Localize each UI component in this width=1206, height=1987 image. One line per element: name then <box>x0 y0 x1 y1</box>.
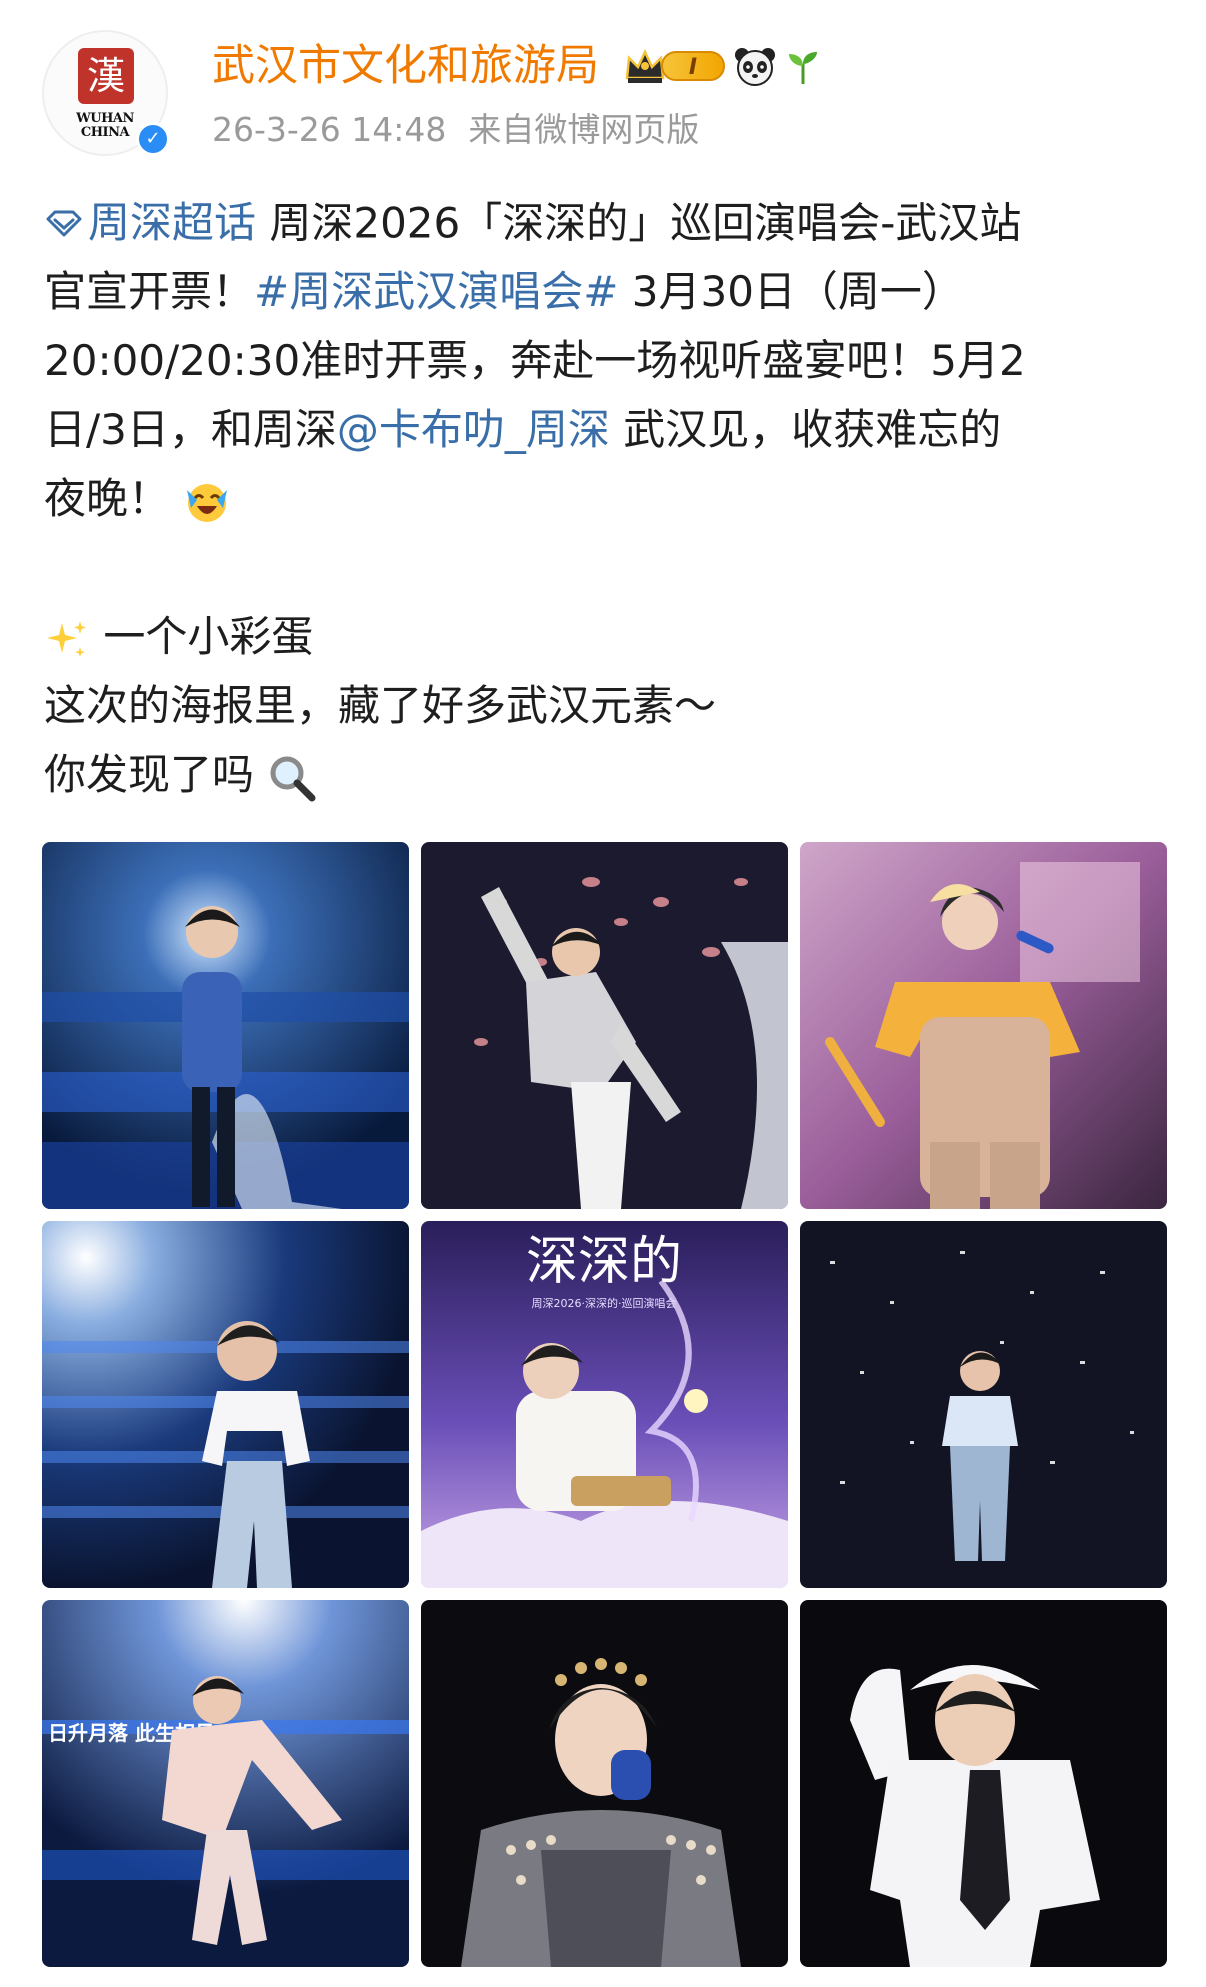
username[interactable]: 武汉市文化和旅游局 <box>212 38 599 94</box>
post-meta: 26-3-26 14:48 来自微博网页版 <box>212 108 721 152</box>
logo-seal: 漢 <box>78 48 134 104</box>
hashtag-link[interactable]: #周深武汉演唱会# <box>254 267 618 316</box>
photo-thumbnail[interactable] <box>800 1600 1167 1967</box>
photo-thumbnail[interactable] <box>42 1221 409 1588</box>
mention-link[interactable]: @卡布叻_周深 <box>337 405 610 454</box>
photo-thumbnail[interactable]: 日升月落 此生相见 <box>42 1600 409 1967</box>
avatar[interactable]: 漢 WUHAN CHINA ✓ <box>42 30 170 156</box>
post-source[interactable]: 来自微博网页版 <box>468 110 699 149</box>
crying-laugh-emoji-icon <box>187 483 228 522</box>
post-text: 一个小彩蛋 <box>90 612 314 661</box>
post-body: 周深超话 周深2026「深深的」巡回演唱会-武汉站 官宣开票！#周深武汉演唱会#… <box>44 188 1174 809</box>
post-line: 周深超话 周深2026「深深的」巡回演唱会-武汉站 <box>44 188 1174 257</box>
supertopic-label: 周深超话 <box>88 198 257 247</box>
post-line: 你发现了吗 <box>44 740 1174 809</box>
photo-thumbnail[interactable] <box>421 842 788 1209</box>
seal-glyph: 漢 <box>86 54 125 98</box>
post-line: 这次的海报里，藏了好多武汉元素～ <box>44 681 717 730</box>
post-text: 日/3日，和周深 <box>44 405 337 454</box>
post-line: 一个小彩蛋 <box>44 602 1174 671</box>
supertopic-diamond-icon <box>46 210 82 236</box>
photo-thumbnail[interactable] <box>800 842 1167 1209</box>
photo-thumbnail[interactable]: 深深的 周深2026·深深的·巡回演唱会 <box>421 1221 788 1588</box>
post-text: 武汉见，收获难忘的 <box>609 405 1002 454</box>
post-line: 日/3日，和周深@卡布叻_周深 武汉见，收获难忘的 <box>44 395 1174 464</box>
poster-subtitle: 周深2026·深深的·巡回演唱会 <box>532 1296 677 1310</box>
photo-thumbnail[interactable] <box>421 1600 788 1967</box>
post-text: 周深2026「深深的」巡回演唱会-武汉站 <box>256 198 1022 248</box>
poster-title: 深深的 <box>526 1232 682 1292</box>
post-timestamp: 26-3-26 14:48 <box>212 110 447 149</box>
image-grid: 深深的 周深2026·深深的·巡回演唱会 日升月落 此生相见 <box>42 842 1167 1967</box>
photo-thumbnail[interactable] <box>800 1221 1167 1588</box>
verified-check-icon: ✓ <box>136 122 170 156</box>
vip-badge[interactable]: I <box>623 46 725 86</box>
post-line: 夜晚！ <box>44 464 1174 533</box>
user-badges: I <box>623 42 821 90</box>
post-text: 官宣开票！ <box>44 267 255 316</box>
post-text: 夜晚！ <box>44 474 171 523</box>
sparkles-icon <box>47 620 86 657</box>
photo-thumbnail[interactable] <box>42 842 409 1209</box>
supertopic-link[interactable]: 周深超话 <box>44 188 256 257</box>
post-line: 官宣开票！#周深武汉演唱会# 3月30日（周一） <box>44 257 1174 326</box>
sprout-icon <box>789 52 817 84</box>
post-text: 3月30日（周一） <box>618 267 964 316</box>
post-line: 20:00/20:30准时开票，奔赴一场视听盛宴吧！5月2 <box>44 336 1026 385</box>
post-text: 你发现了吗 <box>44 750 255 799</box>
vip-level: I <box>661 51 725 81</box>
magnifier-icon <box>270 756 316 801</box>
panda-icon <box>735 48 775 86</box>
